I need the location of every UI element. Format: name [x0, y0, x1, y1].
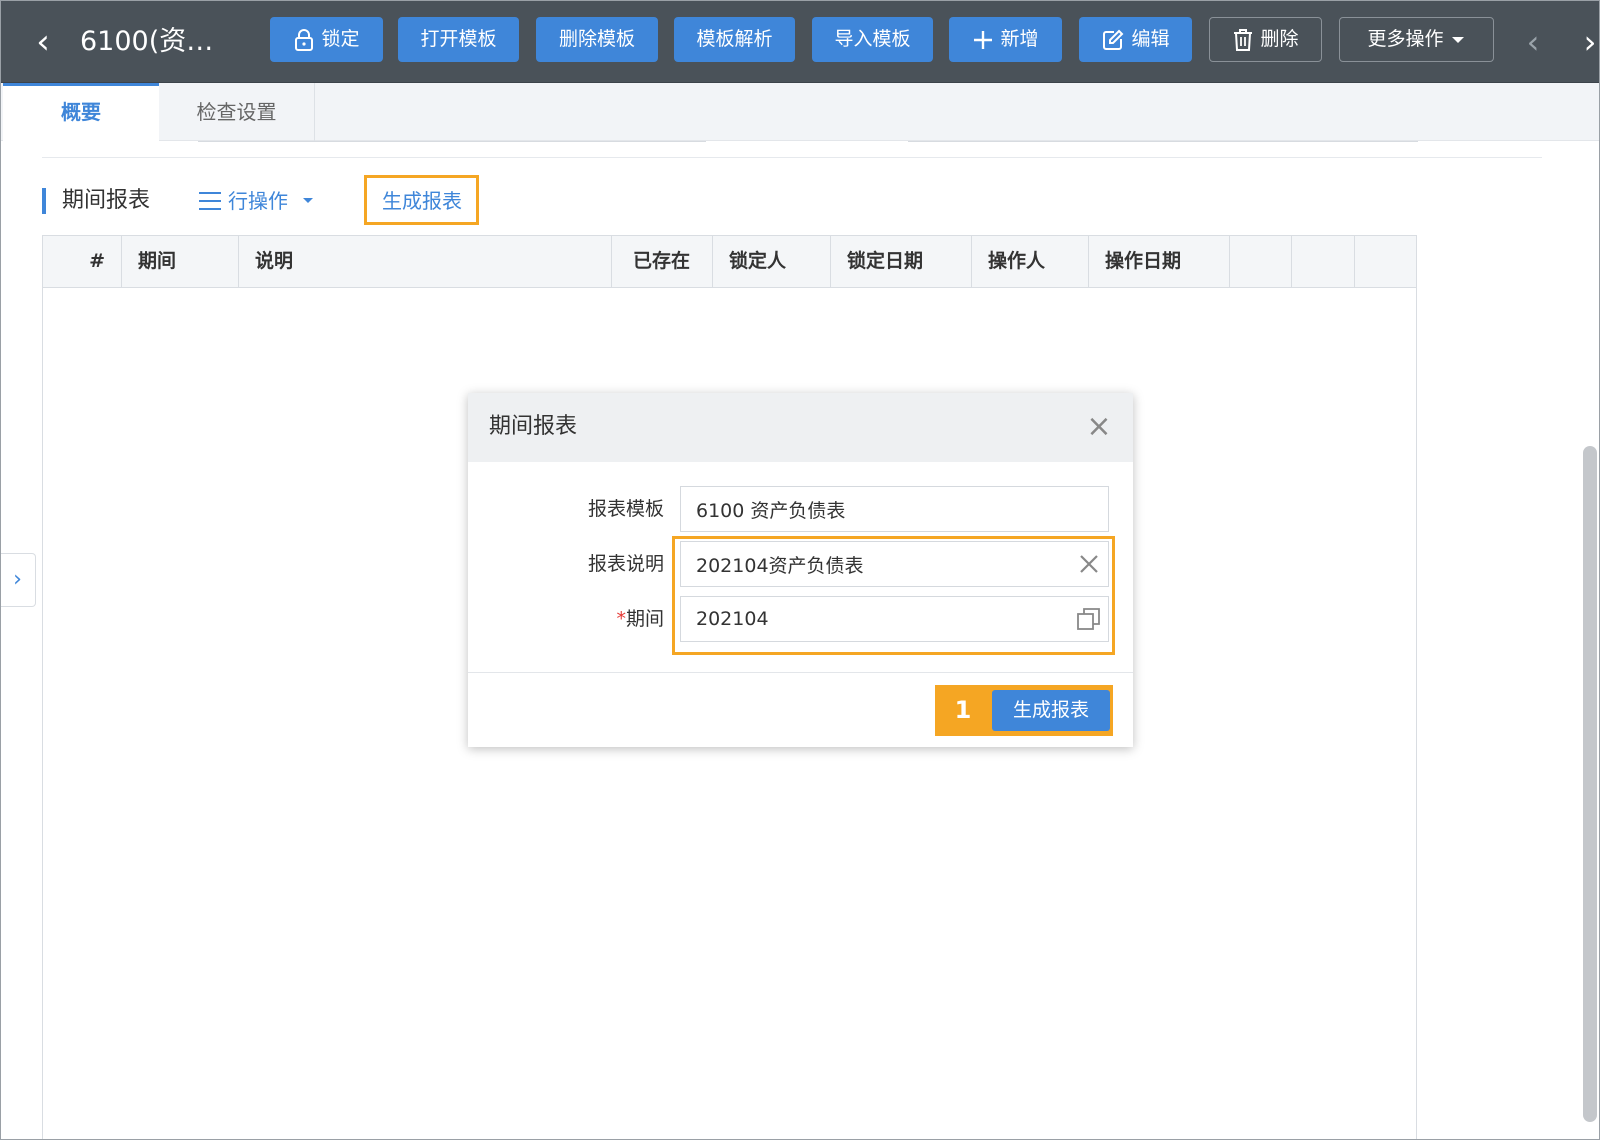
column-header-extra[interactable]	[1292, 236, 1355, 287]
plus-icon	[974, 30, 993, 49]
step-number-badge: 1	[954, 696, 972, 724]
dialog-header: 期间报表 ×	[468, 393, 1133, 462]
edit-icon	[1103, 29, 1124, 50]
lock-button-label: 锁定	[321, 28, 360, 50]
dialog-footer-divider	[468, 672, 1133, 673]
close-icon[interactable]: ×	[1083, 411, 1115, 443]
divider	[42, 157, 1542, 158]
scrollbar-thumb[interactable]	[1583, 446, 1597, 1122]
row-operations-label: 行操作	[228, 189, 288, 213]
column-header-locked-by[interactable]: 锁定人	[713, 236, 831, 287]
dialog-title: 期间报表	[489, 414, 578, 439]
tab-summary[interactable]: 概要	[3, 83, 159, 141]
tab-bar: 概要 检查设置	[0, 83, 1600, 141]
parse-template-button[interactable]: 模板解析	[674, 17, 795, 62]
open-template-button[interactable]: 打开模板	[398, 17, 519, 62]
list-icon	[199, 192, 221, 210]
section-title: 期间报表	[62, 188, 151, 213]
column-header-lock-date[interactable]: 锁定日期	[831, 236, 972, 287]
add-button-label: 新增	[1000, 28, 1039, 50]
column-header-extra[interactable]	[1230, 236, 1292, 287]
add-button[interactable]: 新增	[949, 17, 1062, 62]
column-header-extra[interactable]	[1355, 236, 1416, 287]
delete-template-label: 删除模板	[558, 28, 635, 50]
tab-check-settings[interactable]: 检查设置	[159, 83, 315, 141]
back-icon[interactable]: ‹	[28, 22, 58, 62]
generate-report-link[interactable]: 生成报表	[382, 187, 462, 215]
column-header-description[interactable]: 说明	[239, 236, 612, 287]
lock-button[interactable]: 锁定	[270, 17, 383, 62]
highlight-box	[672, 536, 1115, 655]
template-field[interactable]	[680, 486, 1109, 532]
column-header-operation-date[interactable]: 操作日期	[1089, 236, 1230, 287]
delete-template-button[interactable]: 删除模板	[536, 17, 658, 62]
more-actions-dropdown[interactable]: 更多操作	[1339, 17, 1494, 62]
report-table-header: # 期间 说明 已存在 锁定人 锁定日期 操作人 操作日期	[42, 235, 1417, 288]
edit-button[interactable]: 编辑	[1079, 17, 1192, 62]
column-header-operator[interactable]: 操作人	[972, 236, 1089, 287]
parse-template-label: 模板解析	[696, 28, 773, 50]
next-arrow-icon[interactable]: ›	[1575, 22, 1600, 62]
trash-icon	[1234, 28, 1253, 51]
delete-button[interactable]: 删除	[1209, 17, 1322, 62]
step-callout: 1 生成报表	[935, 685, 1113, 736]
column-header-period[interactable]: 期间	[122, 236, 239, 287]
required-mark: *	[616, 608, 626, 630]
delete-button-label: 删除	[1260, 28, 1299, 50]
divider	[198, 141, 706, 142]
section-marker	[42, 188, 46, 214]
template-label: 报表模板	[587, 498, 664, 520]
caret-down-icon	[1451, 36, 1464, 43]
expand-sidebar-icon[interactable]: ›	[0, 553, 36, 607]
top-toolbar: ‹ 6100(资… 锁定 打开模板 删除模板 模板解析 导入模板 新增 编辑 删…	[0, 0, 1600, 83]
prev-arrow-icon[interactable]: ‹	[1518, 22, 1548, 62]
divider	[908, 141, 1418, 142]
row-operations-dropdown[interactable]: 行操作	[198, 186, 316, 216]
caret-down-icon	[303, 198, 313, 203]
edit-button-label: 编辑	[1131, 28, 1170, 50]
column-header-index[interactable]: #	[43, 236, 122, 287]
import-template-button[interactable]: 导入模板	[812, 17, 933, 62]
lock-icon	[295, 28, 314, 51]
document-title: 6100(资…	[80, 26, 214, 57]
column-header-exists[interactable]: 已存在	[612, 236, 713, 287]
generate-report-button[interactable]: 生成报表	[992, 690, 1110, 731]
description-label: 报表说明	[587, 553, 664, 575]
open-template-label: 打开模板	[420, 28, 497, 50]
import-template-label: 导入模板	[834, 28, 911, 50]
period-label-text: 期间	[625, 608, 664, 630]
period-label: *期间	[484, 604, 664, 634]
more-actions-label: 更多操作	[1367, 28, 1444, 50]
